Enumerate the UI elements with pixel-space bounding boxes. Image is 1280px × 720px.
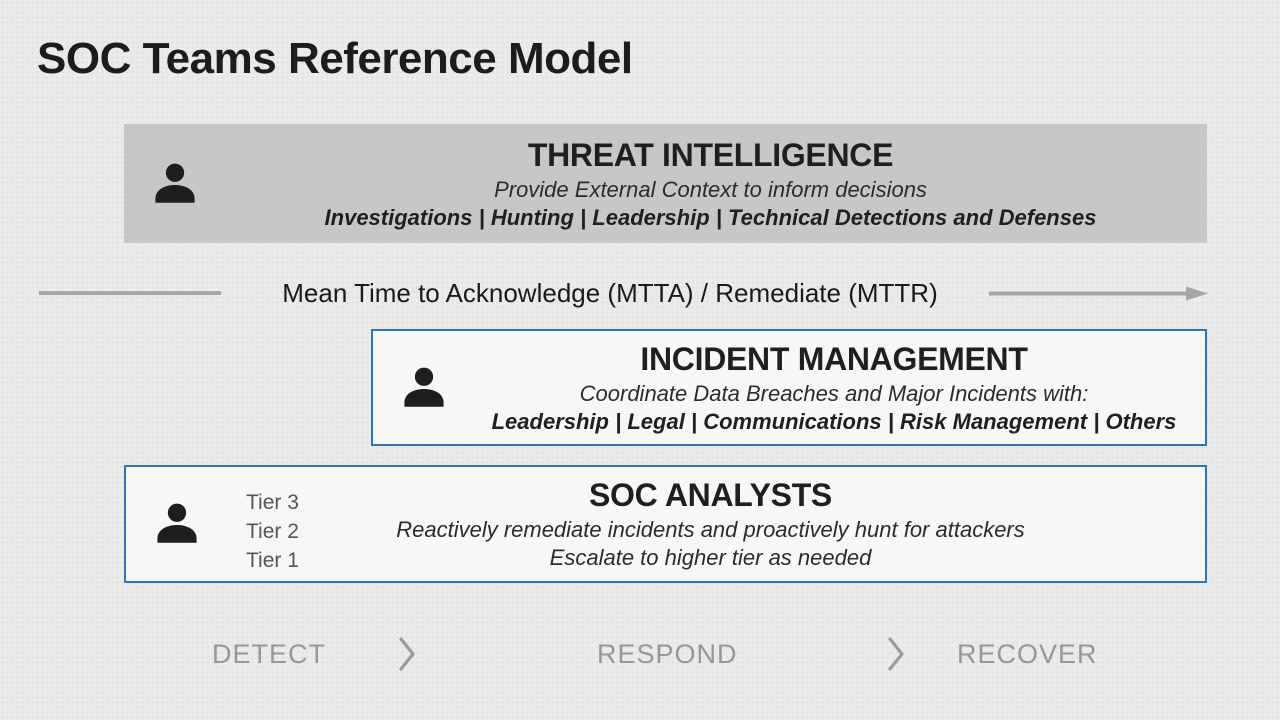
incident-management-box: INCIDENT MANAGEMENT Coordinate Data Brea… xyxy=(371,329,1207,446)
threat-text: THREAT INTELLIGENCE Provide External Con… xyxy=(222,124,1207,243)
tier-1-label: Tier 1 xyxy=(246,546,299,575)
incident-icon-column xyxy=(373,331,471,444)
incident-detail: Leadership | Legal | Communications | Ri… xyxy=(492,408,1177,435)
incident-subtitle: Coordinate Data Breaches and Major Incid… xyxy=(580,380,1089,408)
threat-icon-column xyxy=(124,124,222,243)
person-icon xyxy=(399,361,449,415)
threat-detail: Investigations | Hunting | Leadership | … xyxy=(325,204,1097,231)
chevron-right-icon xyxy=(395,634,419,674)
mtta-label: Mean Time to Acknowledge (MTTA) / Remedi… xyxy=(230,278,990,309)
tier-3-label: Tier 3 xyxy=(246,488,299,517)
slide: SOC Teams Reference Model THREAT INTELLI… xyxy=(0,0,1280,720)
person-icon xyxy=(150,157,200,211)
phase-respond: RESPOND xyxy=(597,639,738,670)
tier-2-label: Tier 2 xyxy=(246,517,299,546)
soc-analysts-box: Tier 3 Tier 2 Tier 1 SOC ANALYSTS Reacti… xyxy=(124,465,1207,583)
phase-detect: DETECT xyxy=(212,639,326,670)
soc-icon-column xyxy=(126,467,224,581)
threat-intelligence-box: THREAT INTELLIGENCE Provide External Con… xyxy=(124,124,1207,243)
threat-title: THREAT INTELLIGENCE xyxy=(528,137,893,173)
person-icon xyxy=(152,497,202,551)
soc-title: SOC ANALYSTS xyxy=(589,477,832,513)
soc-line2: Escalate to higher tier as needed xyxy=(550,544,872,572)
soc-line1: Reactively remediate incidents and proac… xyxy=(396,516,1025,544)
phase-recover: RECOVER xyxy=(957,639,1098,670)
tier-labels: Tier 3 Tier 2 Tier 1 xyxy=(246,488,299,575)
incident-title: INCIDENT MANAGEMENT xyxy=(640,341,1027,377)
threat-subtitle: Provide External Context to inform decis… xyxy=(494,176,927,204)
soc-text: SOC ANALYSTS Reactively remediate incide… xyxy=(224,467,1205,581)
chevron-right-icon xyxy=(884,634,908,674)
incident-text: INCIDENT MANAGEMENT Coordinate Data Brea… xyxy=(471,331,1205,444)
page-title: SOC Teams Reference Model xyxy=(37,34,633,84)
arrow-right-icon xyxy=(989,286,1209,301)
arrow-tail-line xyxy=(39,291,221,295)
